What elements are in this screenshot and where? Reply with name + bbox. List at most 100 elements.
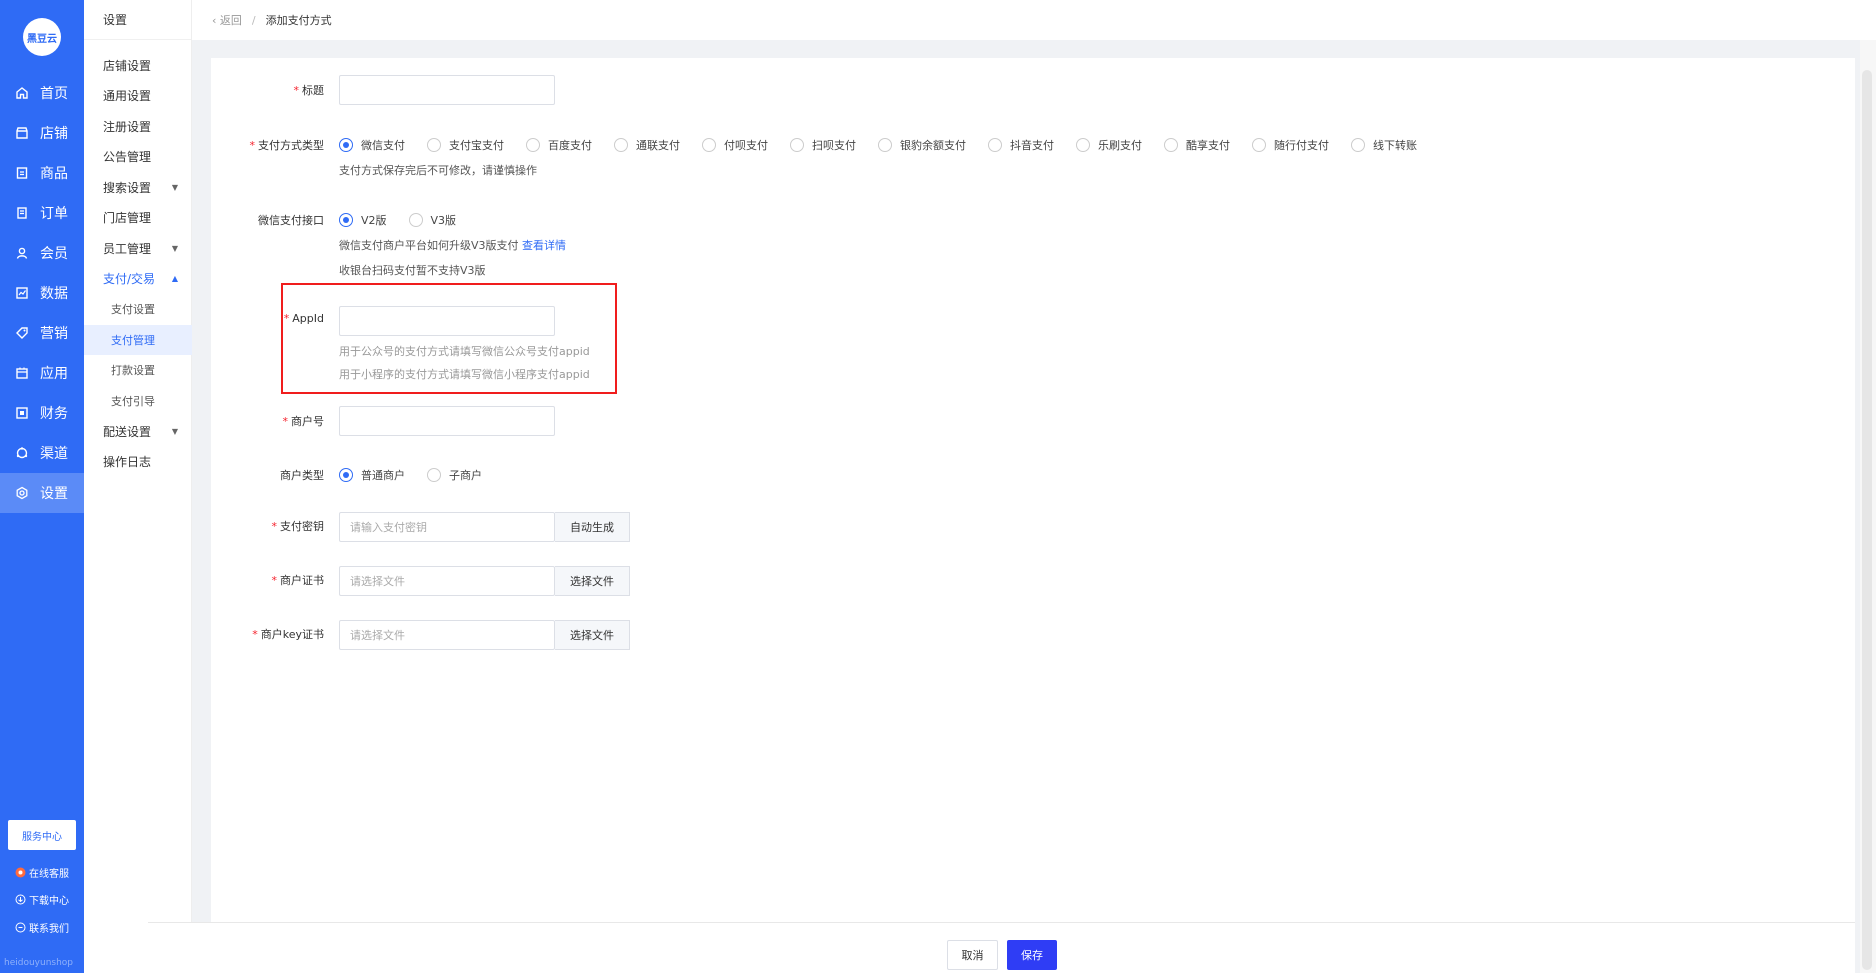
cert-select-file-button[interactable]: 选择文件 [555, 566, 630, 596]
pay-type-alipay[interactable]: 支付宝支付 [427, 137, 504, 153]
merchant-type-normal[interactable]: 普通商户 [339, 467, 405, 483]
breadcrumb: ‹ 返回 / 添加支付方式 [192, 0, 1876, 40]
nav-item-goods[interactable]: 商品 [0, 153, 84, 193]
radio-icon [427, 138, 441, 152]
cert-label: * 商户证书 [271, 574, 325, 587]
back-link[interactable]: ‹ 返回 [212, 12, 242, 28]
sidebar-item-general-settings[interactable]: 通用设置 [84, 81, 192, 112]
nav-item-channel[interactable]: 渠道 [0, 433, 84, 473]
gear-icon [14, 485, 30, 501]
key-cert-select-file-button[interactable]: 选择文件 [555, 620, 630, 650]
sidebar-item-store-settings[interactable]: 店铺设置 [84, 50, 192, 81]
wx-api-label: 微信支付接口 [258, 214, 324, 227]
primary-nav: 黑豆云 首页 店铺 商品 订单 会员 数据 营销 应用 财务 渠道 设置 服务中… [0, 0, 84, 973]
sidebar-item-payment-trade[interactable]: 支付/交易 ▲ [84, 264, 192, 295]
sidebar-item-staff-management[interactable]: 员工管理 ▼ [84, 233, 192, 264]
nav-item-label: 商品 [40, 166, 68, 182]
goods-icon [14, 165, 30, 181]
nav-item-member[interactable]: 会员 [0, 233, 84, 273]
sidebar-title: 设置 [84, 0, 191, 40]
page-title: 添加支付方式 [265, 14, 332, 27]
finance-icon [14, 405, 30, 421]
key-cert-file-input[interactable] [339, 620, 555, 650]
breadcrumb-separator: / [251, 13, 256, 27]
app-icon [14, 365, 30, 381]
pay-key-input[interactable] [339, 512, 555, 542]
service-center-button[interactable]: 服务中心 [8, 820, 76, 850]
nav-item-marketing[interactable]: 营销 [0, 313, 84, 353]
merchant-type-label: 商户类型 [280, 469, 324, 482]
nav-item-label: 渠道 [40, 446, 68, 462]
nav-item-finance[interactable]: 财务 [0, 393, 84, 433]
pay-type-offline-transfer[interactable]: 线下转账 [1351, 137, 1417, 153]
online-service-link[interactable]: 在线客服 [14, 865, 69, 880]
nav-item-label: 财务 [40, 406, 68, 422]
pay-type-radio-group: 微信支付 支付宝支付 百度支付 通联支付 付呗支付 扫呗支付 银豹余额支付 抖音… [339, 137, 1439, 153]
channel-icon [14, 445, 30, 461]
pay-type-wechat[interactable]: 微信支付 [339, 137, 405, 153]
radio-icon [1351, 138, 1365, 152]
contact-us-link[interactable]: 联系我们 [14, 920, 69, 935]
brand-logo[interactable]: 黑豆云 [23, 18, 61, 56]
sidebar-item-payment-management[interactable]: 支付管理 [84, 324, 192, 355]
nav-item-settings[interactable]: 设置 [0, 473, 84, 513]
nav-item-store[interactable]: 店铺 [0, 113, 84, 153]
merchant-type-sub[interactable]: 子商户 [427, 467, 482, 483]
pay-type-baidu[interactable]: 百度支付 [526, 137, 592, 153]
nav-item-home[interactable]: 首页 [0, 73, 84, 113]
pay-type-fubei[interactable]: 付呗支付 [702, 137, 768, 153]
radio-icon [526, 138, 540, 152]
sidebar-item-delivery-settings[interactable]: 配送设置 ▼ [84, 416, 192, 447]
nav-item-data[interactable]: 数据 [0, 273, 84, 313]
pay-type-label: * 支付方式类型 [249, 139, 325, 152]
merchant-no-input[interactable] [339, 406, 555, 436]
view-details-link[interactable]: 查看详情 [522, 239, 566, 252]
required-mark: * [271, 520, 278, 533]
cert-file-input[interactable] [339, 566, 555, 596]
pay-type-yinbao[interactable]: 银豹余额支付 [878, 137, 966, 153]
nav-item-apps[interactable]: 应用 [0, 353, 84, 393]
sidebar-item-operation-log[interactable]: 操作日志 [84, 447, 192, 478]
chevron-down-icon: ▼ [171, 243, 178, 253]
nav-item-label: 数据 [40, 286, 68, 302]
required-mark: * [271, 574, 278, 587]
sidebar-item-payout-settings[interactable]: 打款设置 [84, 355, 192, 386]
title-label: * 标题 [293, 84, 325, 97]
scrollbar-thumb[interactable] [1862, 70, 1872, 970]
wx-api-v2[interactable]: V2版 [339, 212, 387, 228]
auto-generate-button[interactable]: 自动生成 [555, 512, 630, 542]
sidebar-item-search-settings[interactable]: 搜索设置 ▼ [84, 172, 192, 203]
sidebar-item-payment-guide[interactable]: 支付引导 [84, 386, 192, 417]
cancel-button[interactable]: 取消 [947, 940, 998, 970]
footer-brand-text: heidouyunshop [4, 958, 74, 968]
pay-type-allinpay[interactable]: 通联支付 [614, 137, 680, 153]
store-icon [14, 125, 30, 141]
nav-item-label: 营销 [40, 326, 68, 342]
nav-item-label: 订单 [40, 206, 68, 222]
wx-api-tip: 微信支付商户平台如何升级V3版支付 查看详情 [339, 239, 567, 252]
sidebar-item-payment-settings[interactable]: 支付设置 [84, 294, 192, 325]
chart-icon [14, 285, 30, 301]
sidebar-item-register-settings[interactable]: 注册设置 [84, 111, 192, 142]
pay-type-kuxiang[interactable]: 酷享支付 [1164, 137, 1230, 153]
save-button[interactable]: 保存 [1007, 940, 1057, 970]
pay-type-saobei[interactable]: 扫呗支付 [790, 137, 856, 153]
home-icon [14, 85, 30, 101]
order-icon [14, 205, 30, 221]
download-center-link[interactable]: 下载中心 [14, 892, 69, 907]
radio-checked-icon [339, 138, 353, 152]
nav-item-label: 应用 [40, 366, 68, 382]
pay-type-suixingfu[interactable]: 随行付支付 [1252, 137, 1329, 153]
nav-item-order[interactable]: 订单 [0, 193, 84, 233]
key-cert-label: * 商户key证书 [252, 628, 324, 641]
member-icon [14, 245, 30, 261]
contact-us-label: 联系我们 [29, 924, 69, 935]
sidebar-item-announcement[interactable]: 公告管理 [84, 142, 192, 173]
contact-icon [14, 922, 26, 934]
pay-type-douyin[interactable]: 抖音支付 [988, 137, 1054, 153]
radio-icon [408, 213, 423, 227]
title-input[interactable] [339, 75, 555, 105]
wx-api-v3[interactable]: V3版 [408, 212, 456, 228]
sidebar-item-store-management[interactable]: 门店管理 [84, 203, 192, 234]
pay-type-leshua[interactable]: 乐刷支付 [1076, 137, 1142, 153]
